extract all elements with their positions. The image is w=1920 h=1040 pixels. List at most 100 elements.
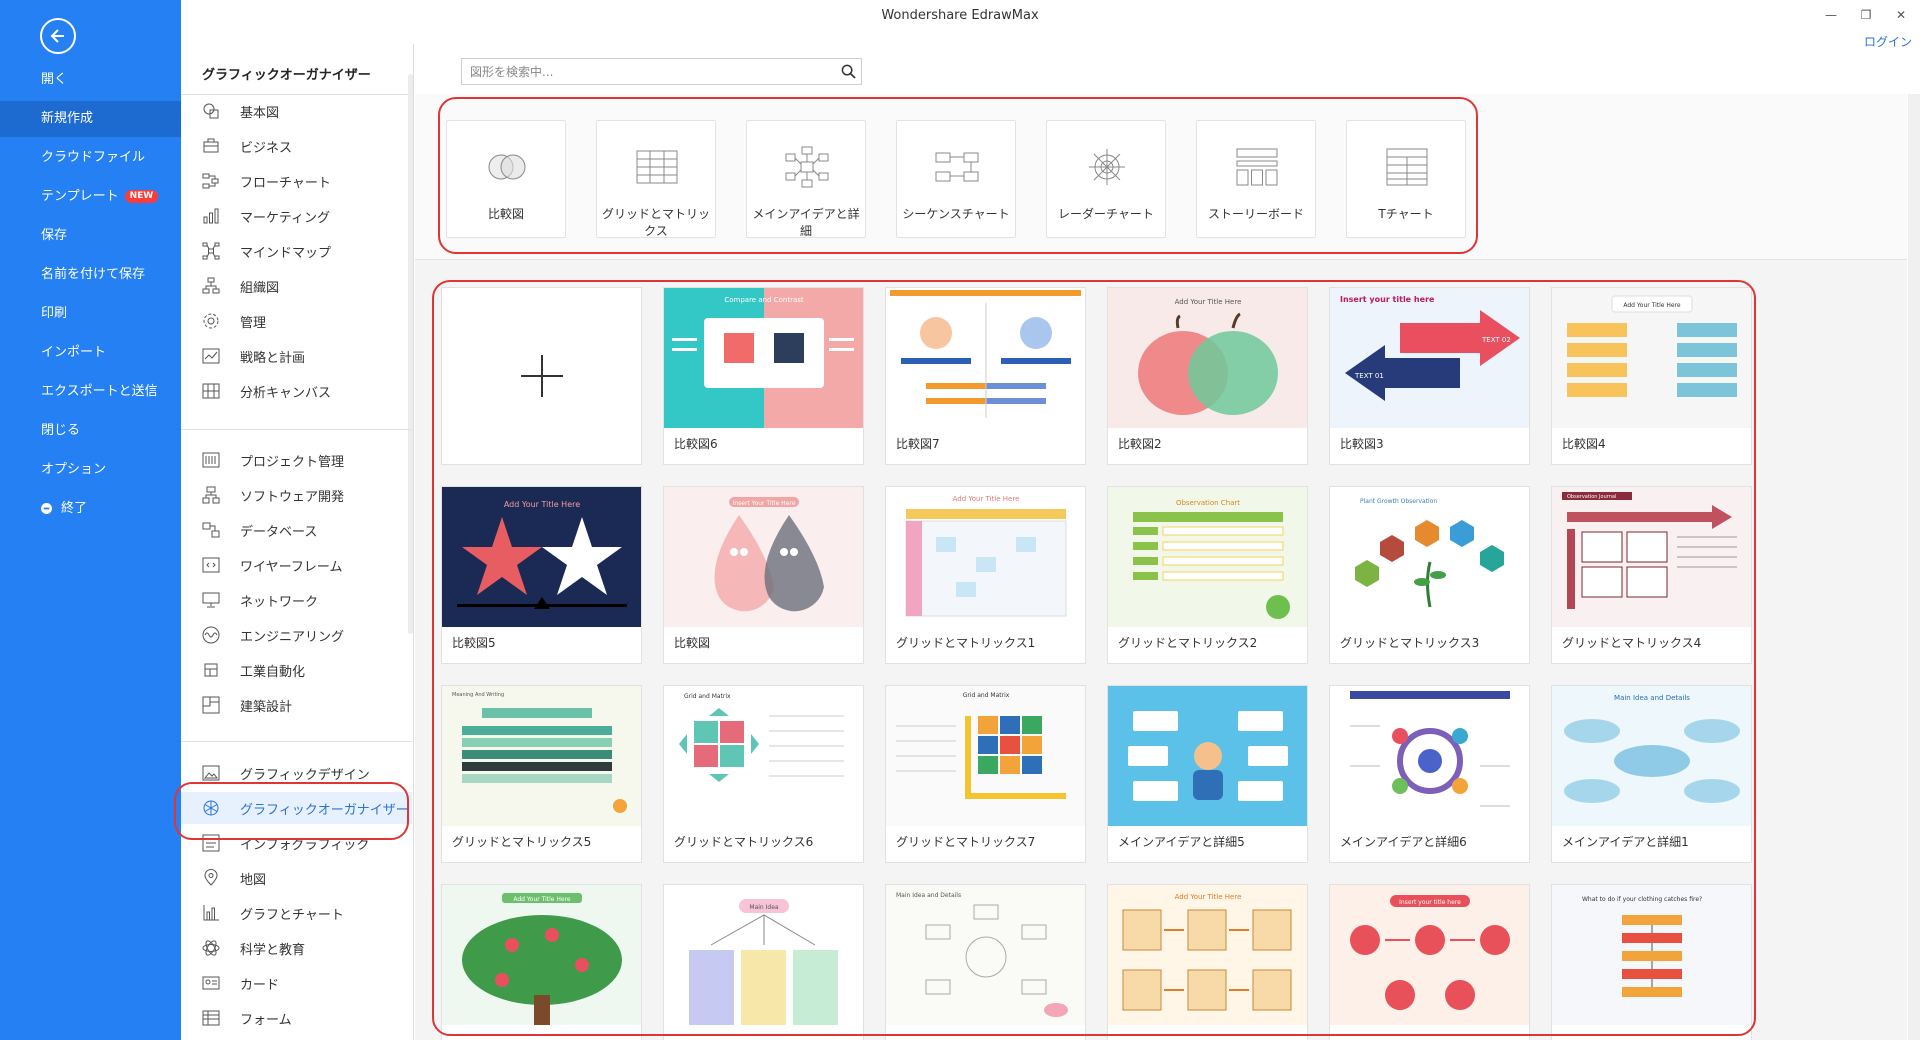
svg-text:Meaning And Writing: Meaning And Writing [452,692,504,698]
cat-card[interactable]: カード [181,967,412,999]
template-card[interactable]: Main Idea and Details [885,884,1086,1040]
template-card[interactable]: Add Your Title Here [441,884,642,1040]
back-button[interactable] [40,18,76,54]
main-idea-icon [785,146,829,188]
cat-mindmap[interactable]: マインドマップ [181,235,412,267]
template-card[interactable]: 比較図7 [885,287,1086,465]
nav-save[interactable]: 保存 [0,218,181,254]
minimize-button[interactable]: — [1821,8,1841,22]
cat-canvas[interactable]: 分析キャンバス [181,375,412,407]
cat-engineering[interactable]: エンジニアリング [181,619,412,651]
main-scrollbar[interactable] [1908,94,1920,1040]
minus-circle-icon [41,503,52,514]
template-card[interactable]: Plant Growth Observation グリッドとマトリックス3 [1329,486,1530,664]
cat-flowchart[interactable]: フローチャート [181,165,412,197]
template-thumbnail [1108,686,1307,826]
template-card[interactable]: Add Your Title Here 比較図2 [1107,287,1308,465]
type-sequence[interactable]: シーケンスチャート [896,120,1016,238]
svg-text:Insert your title here: Insert your title here [1340,295,1435,304]
type-main-idea[interactable]: メインアイデアと詳細 [746,120,866,238]
template-card[interactable]: Main Idea [663,884,864,1040]
login-link[interactable]: ログイン [1864,33,1912,50]
new-blank-template[interactable] [441,287,642,465]
type-grid-matrix[interactable]: グリッドとマトリックス [596,120,716,238]
svg-text:Plant Growth Observation: Plant Growth Observation [1360,498,1437,505]
cat-project-management[interactable]: プロジェクト管理 [181,444,412,476]
template-card[interactable]: Grid and Matrix グリッドとマトリックス6 [663,685,864,863]
cat-database[interactable]: データベース [181,514,412,546]
type-storyboard[interactable]: ストーリーボード [1196,120,1316,238]
nav-import[interactable]: インポート [0,335,181,371]
cat-map[interactable]: 地図 [181,862,412,894]
nav-options[interactable]: オプション [0,452,181,488]
nav-cloud-files[interactable]: クラウドファイル [0,140,181,176]
template-thumbnail: Grid and Matrix [664,686,863,826]
nav-save-as[interactable]: 名前を付けて保存 [0,257,181,293]
template-thumbnail: Add Your Title Here [442,885,641,1025]
svg-text:Grid and Matrix: Grid and Matrix [684,693,731,700]
svg-text:Observation Chart: Observation Chart [1176,499,1240,507]
nav-exit[interactable]: 終了 [0,491,181,527]
template-card[interactable]: What to do if your clothing catches fire… [1551,884,1752,1040]
template-card[interactable]: Main Idea and Details メインアイデアと詳細1 [1551,685,1752,863]
template-card[interactable]: Meaning And Writing グリッドとマトリックス5 [441,685,642,863]
type-radar[interactable]: レーダーチャート [1046,120,1166,238]
cat-marketing[interactable]: マーケティング [181,200,412,232]
floorplan-icon [202,696,220,714]
cat-industrial-automation[interactable]: 工業自動化 [181,654,412,686]
svg-text:Insert your title here: Insert your title here [1399,899,1461,906]
template-card[interactable]: Insert your title here TEXT 02 TEXT 01 比較図… [1329,287,1530,465]
cat-orgchart[interactable]: 組織図 [181,270,412,302]
nav-open[interactable]: 開く [0,62,181,98]
canvas-grid-icon [202,383,220,399]
template-card[interactable]: Observation Chart グリッドとマトリックス2 [1107,486,1308,664]
template-card[interactable]: Insert Your Title Here 比較図 [663,486,864,664]
template-card[interactable]: Grid and Matrix グリッドとマトリックス7 [885,685,1086,863]
type-t-chart[interactable]: Tチャート [1346,120,1466,238]
nav-new[interactable]: 新規作成 [0,101,181,137]
template-thumbnail: Add Your Title Here [1108,288,1307,428]
form-icon [202,1010,220,1026]
cat-wireframe[interactable]: ワイヤーフレーム [181,549,412,581]
template-card[interactable]: Compare and Contrast 比較図6 [663,287,864,465]
cat-science[interactable]: 科学と教育 [181,932,412,964]
svg-text:Observation Journal: Observation Journal [1567,494,1616,500]
template-thumbnail: Main Idea [664,885,863,1025]
template-card[interactable]: メインアイデアと詳細5 [1107,685,1308,863]
sequence-icon [935,152,979,182]
cat-infographic[interactable]: インフォグラフィック [181,827,412,859]
database-icon [202,522,220,538]
left-nav: 開く 新規作成 クラウドファイル テンプレート NEW 保存 名前を付けて保存 印… [0,0,181,1040]
cat-business[interactable]: ビジネス [181,130,412,162]
nav-print[interactable]: 印刷 [0,296,181,332]
template-thumbnail: Compare and Contrast [664,288,863,428]
close-window-button[interactable]: ✕ [1891,8,1911,22]
template-card[interactable]: メインアイデアと詳細6 [1329,685,1530,863]
template-card[interactable]: Observation Journal グリッドとマトリックス4 [1551,486,1752,664]
cat-software[interactable]: ソフトウェア開発 [181,479,412,511]
type-comparison[interactable]: 比較図 [446,120,566,238]
search-icon[interactable] [835,59,861,85]
template-card[interactable]: Add Your Title Here 比較図4 [1551,287,1752,465]
nav-close[interactable]: 閉じる [0,413,181,449]
template-card[interactable]: Add Your Title Here グリッドとマトリックス1 [885,486,1086,664]
cat-architecture[interactable]: 建築設計 [181,689,412,721]
cat-basic[interactable]: 基本図 [181,95,412,127]
cat-charts[interactable]: グラフとチャート [181,897,412,929]
cat-graphic-organizer[interactable]: グラフィックオーガナイザー [181,792,412,824]
cat-network[interactable]: ネットワーク [181,584,412,616]
map-pin-icon [204,869,218,886]
nav-export-send[interactable]: エクスポートと送信 [0,374,181,410]
svg-text:Add Your Title Here: Add Your Title Here [513,896,571,903]
restore-button[interactable]: ❐ [1856,8,1876,22]
basic-shapes-icon [203,103,219,119]
nav-templates[interactable]: テンプレート NEW [0,179,181,215]
template-card[interactable]: Insert your title here [1329,884,1530,1040]
cat-graphic-design[interactable]: グラフィックデザイン [181,757,412,789]
cat-form[interactable]: フォーム [181,1002,412,1034]
search-input[interactable] [462,59,835,84]
template-card[interactable]: Add Your Title Here 比較図5 [441,486,642,664]
template-card[interactable]: Add Your Title Here [1107,884,1308,1040]
cat-strategy[interactable]: 戦略と計画 [181,340,412,372]
cat-management[interactable]: 管理 [181,305,412,337]
